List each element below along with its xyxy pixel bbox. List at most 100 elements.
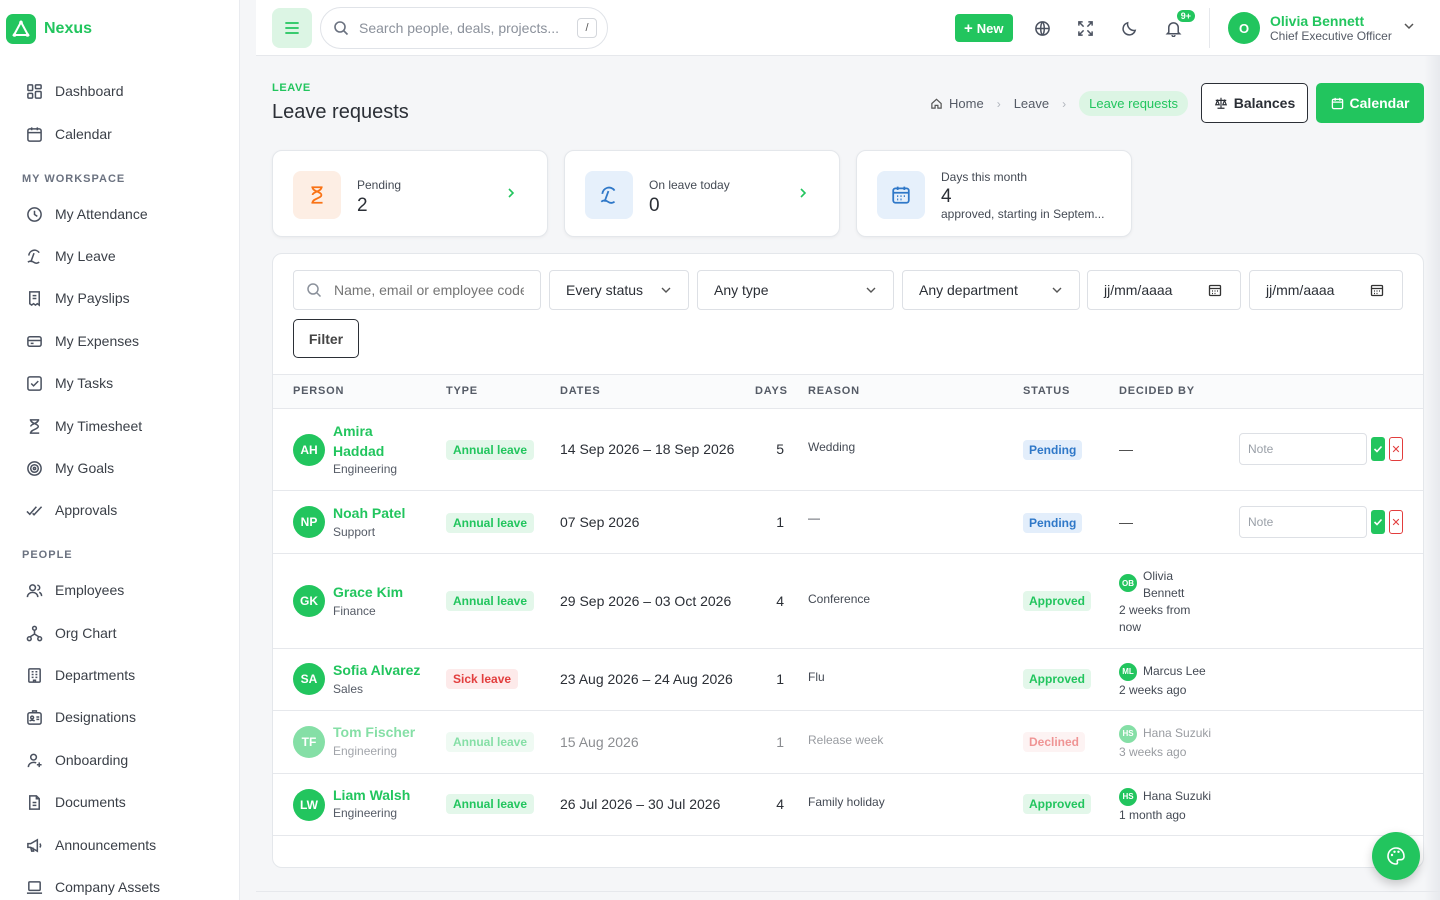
leave-type-badge: Annual leave (446, 591, 535, 611)
sidebar-item-employees[interactable]: Employees (26, 579, 124, 601)
bell-icon (1165, 21, 1181, 37)
column-header-person[interactable]: PERSON (293, 385, 344, 397)
status-badge: Pending (1023, 440, 1083, 460)
table-header: PERSON TYPE DATES DAYS REASON STATUS DEC… (273, 374, 1423, 409)
status-badge: Approved (1023, 669, 1092, 689)
sidebar-item-label: My Attendance (55, 206, 148, 222)
sidebar-item-my-attendance[interactable]: My Attendance (26, 203, 148, 225)
fullscreen-button[interactable] (1071, 14, 1099, 42)
chevron-down-icon[interactable] (1403, 20, 1415, 32)
column-header-decided-by[interactable]: DECIDED BY (1119, 385, 1195, 397)
user-menu[interactable]: O Olivia Bennett Chief Executive Officer (1228, 12, 1392, 44)
calendar-icon[interactable] (1370, 283, 1384, 297)
clock-icon (27, 206, 42, 222)
decline-button[interactable]: ✕ (1389, 437, 1403, 461)
sidebar-item-announcements[interactable]: Announcements (26, 834, 156, 856)
sidebar-item-departments[interactable]: Departments (26, 664, 135, 686)
status-badge: Approved (1023, 794, 1092, 814)
date-from-field[interactable]: jj/mm/aaaa (1087, 270, 1241, 310)
new-button-label: New (976, 20, 1004, 36)
breadcrumb-current: Leave requests (1079, 91, 1189, 116)
notifications-button[interactable]: 9+ (1159, 10, 1195, 42)
leave-days: 1 (776, 671, 784, 687)
sidebar-item-label: Announcements (55, 837, 157, 853)
table-row[interactable]: NP Noah Patel Support Annual leave 07 Se… (273, 491, 1423, 554)
sidebar-item-my-leave[interactable]: My Leave (26, 245, 116, 267)
calendar-icon[interactable] (1208, 283, 1222, 297)
global-search[interactable]: / (320, 7, 608, 49)
close-icon: ✕ (1391, 443, 1401, 456)
app-name: Nexus (44, 20, 93, 37)
sidebar-item-org-chart[interactable]: Org Chart (26, 622, 116, 644)
status-badge: Pending (1023, 513, 1083, 533)
breadcrumb-home[interactable]: Home (930, 96, 984, 111)
nav-section-title: PEOPLE (22, 549, 73, 561)
leave-type-badge: Annual leave (446, 513, 535, 533)
person-name-link[interactable]: Grace Kim (333, 582, 453, 602)
sidebar-item-my-timesheet[interactable]: My Timesheet (26, 415, 142, 437)
menu-toggle-button[interactable] (272, 8, 312, 48)
search-input[interactable] (359, 20, 559, 36)
sidebar: Nexus Dashboard Calendar MY WORKSPACE My… (0, 0, 240, 900)
megaphone-icon (27, 838, 42, 852)
sidebar-item-dashboard[interactable]: Dashboard (26, 80, 124, 102)
table-row[interactable]: GK Grace Kim Finance Annual leave 29 Sep… (273, 554, 1423, 649)
note-input[interactable] (1239, 433, 1367, 465)
sidebar-item-company-assets[interactable]: Company Assets (26, 876, 160, 898)
table-row[interactable]: SA Sofia Alvarez Sales Sick leave 23 Aug… (273, 649, 1423, 711)
person-department: Sales (333, 682, 364, 696)
theme-toggle-button[interactable] (1115, 14, 1143, 42)
sidebar-item-calendar[interactable]: Calendar (26, 123, 112, 145)
filter-search-input[interactable] (334, 282, 524, 298)
language-button[interactable] (1028, 14, 1056, 42)
theme-customizer-button[interactable] (1372, 832, 1420, 880)
status-select[interactable]: Every status (549, 270, 689, 310)
breadcrumb-leave[interactable]: Leave (1014, 96, 1049, 111)
table-row[interactable]: LW Liam Walsh Engineering Annual leave 2… (273, 774, 1423, 836)
person-name-link[interactable]: Noah Patel (333, 503, 453, 523)
sidebar-item-approvals[interactable]: Approvals (26, 499, 117, 521)
filter-search-field[interactable] (293, 270, 541, 310)
stat-card-pending[interactable]: Pending 2 (272, 150, 548, 237)
approve-button[interactable] (1371, 437, 1385, 461)
leave-dates: 29 Sep 2026 – 03 Oct 2026 (560, 593, 732, 609)
person-name-link[interactable]: Tom Fischer (333, 722, 453, 742)
sidebar-item-designations[interactable]: Designations (26, 706, 136, 728)
person-name-link[interactable]: Liam Walsh (333, 785, 453, 805)
decline-button[interactable]: ✕ (1389, 510, 1403, 534)
stat-label: Pending (357, 178, 402, 192)
sidebar-item-onboarding[interactable]: Onboarding (26, 749, 128, 771)
date-to-field[interactable]: jj/mm/aaaa (1249, 270, 1403, 310)
sidebar-item-my-goals[interactable]: My Goals (26, 457, 114, 479)
note-input[interactable] (1239, 506, 1367, 538)
sidebar-item-my-tasks[interactable]: My Tasks (26, 372, 113, 394)
decided-when: 2 weeks ago (1119, 683, 1187, 697)
department-select[interactable]: Any department (902, 270, 1080, 310)
approve-button[interactable] (1371, 510, 1385, 534)
column-header-type[interactable]: TYPE (446, 385, 478, 397)
decider-avatar: HS (1119, 724, 1137, 743)
column-header-reason[interactable]: REASON (808, 385, 860, 397)
new-button[interactable]: + New (955, 14, 1013, 42)
table-row[interactable]: TF Tom Fischer Engineering Annual leave … (273, 711, 1423, 774)
column-header-status[interactable]: STATUS (1023, 385, 1070, 397)
sidebar-item-my-expenses[interactable]: My Expenses (26, 330, 139, 352)
expand-icon (1077, 20, 1093, 36)
user-avatar: O (1228, 12, 1260, 44)
filter-button[interactable]: Filter (293, 319, 359, 358)
column-header-days[interactable]: DAYS (755, 385, 788, 397)
calendar-button[interactable]: Calendar (1316, 83, 1424, 123)
decided-by: ML Marcus Lee 2 weeks ago (1119, 662, 1206, 700)
sidebar-item-my-payslips[interactable]: My Payslips (26, 287, 130, 309)
table-row[interactable]: AH Amira Haddad Engineering Annual leave… (273, 409, 1423, 491)
balances-button[interactable]: Balances (1201, 83, 1308, 123)
scale-icon (1214, 97, 1227, 109)
sidebar-item-documents[interactable]: Documents (26, 791, 126, 813)
person-name-link[interactable]: Amira Haddad (333, 421, 423, 461)
column-header-dates[interactable]: DATES (560, 385, 600, 397)
app-logo[interactable]: Nexus (6, 14, 92, 44)
person-name-link[interactable]: Sofia Alvarez (333, 660, 453, 680)
stat-value: 4 (941, 186, 952, 207)
stat-card-on-leave-today[interactable]: On leave today 0 (564, 150, 840, 237)
type-select[interactable]: Any type (697, 270, 894, 310)
